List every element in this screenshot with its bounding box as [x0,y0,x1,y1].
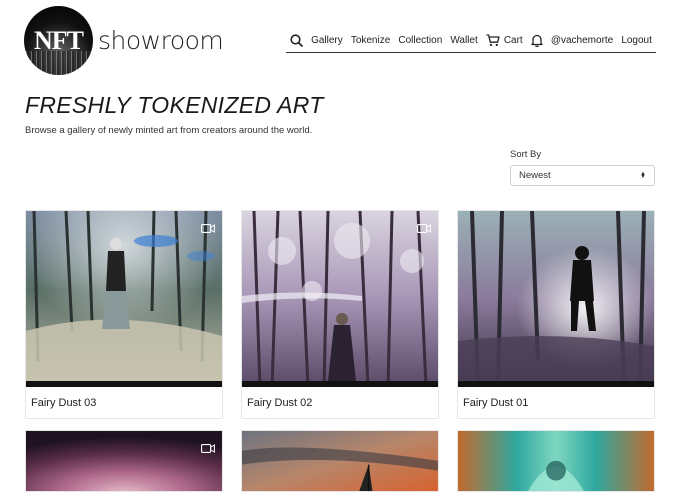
main-nav: Gallery Tokenize Collection Wallet Cart … [286,29,656,53]
nav-logout[interactable]: Logout [621,35,652,46]
image-bottom-band [458,381,654,387]
image-bottom-band [242,381,438,387]
artwork-card[interactable]: Fairy Dust 03 [25,210,223,419]
nav-gallery[interactable]: Gallery [311,35,343,46]
nav-wallet[interactable]: Wallet [450,35,477,46]
notifications-button[interactable] [531,34,543,47]
nav-collection[interactable]: Collection [398,35,442,46]
select-arrows-icon: ▲ ▼ [640,170,646,180]
artwork-card[interactable] [25,430,223,492]
artwork-title: Fairy Dust 01 [463,396,529,409]
logo-badge: NFT [24,6,93,75]
forest-scene-image [242,211,438,387]
search-icon [290,34,303,47]
sort-selected-value: Newest [519,170,551,181]
nav-tokenize[interactable]: Tokenize [351,35,390,46]
logo-badge-text: NFT [34,25,84,55]
logo[interactable]: NFT showroom [24,6,224,75]
sort-label: Sort By [510,149,542,160]
video-camera-icon [201,224,215,233]
artwork-image[interactable] [458,211,654,387]
nav-cart-label: Cart [503,35,523,46]
forest-scene-image [458,211,654,387]
nav-cart[interactable]: Cart [486,34,523,47]
bell-icon [531,34,543,47]
sort-select[interactable]: Newest ▲ ▼ [510,165,655,186]
artwork-image[interactable] [26,211,222,387]
artwork-card[interactable]: Fairy Dust 01 [457,210,655,419]
logo-text: showroom [98,26,224,55]
search-button[interactable] [290,34,303,47]
video-camera-icon [201,444,215,453]
artwork-card[interactable]: Fairy Dust 02 [241,210,439,419]
video-camera-icon [417,224,431,233]
forest-scene-image [26,211,222,387]
page-subtitle: Browse a gallery of newly minted art fro… [25,125,313,136]
artwork-card[interactable] [457,430,655,492]
artwork-image[interactable] [242,431,438,492]
image-bottom-band [26,381,222,387]
artwork-card[interactable] [241,430,439,492]
cart-icon [486,34,500,47]
nav-user[interactable]: @vachemorte [551,35,613,46]
artwork-image[interactable] [26,431,222,492]
artwork-title: Fairy Dust 03 [31,396,97,409]
artwork-title: Fairy Dust 02 [247,396,313,409]
artwork-image[interactable] [458,431,654,492]
page-title: FRESHLY TOKENIZED ART [25,92,324,118]
artwork-image[interactable] [242,211,438,387]
